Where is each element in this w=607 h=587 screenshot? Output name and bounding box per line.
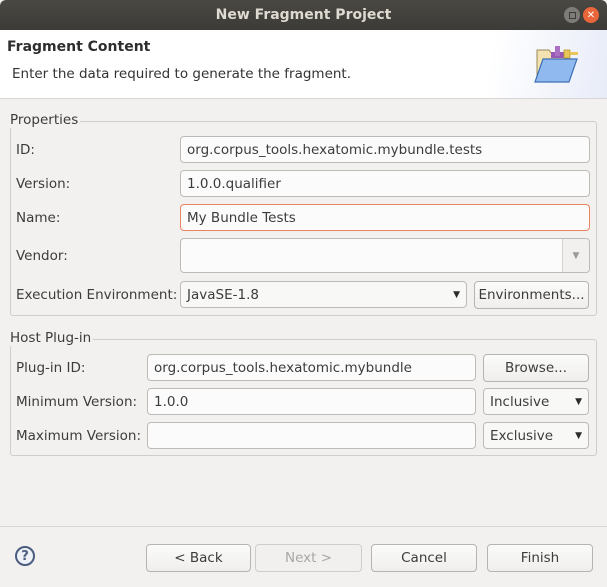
chevron-down-icon: ▼ xyxy=(575,396,582,407)
maximum-version-mode-select[interactable]: Exclusive ▼ xyxy=(483,422,589,449)
browse-button[interactable]: Browse... xyxy=(483,354,589,382)
plugin-id-input[interactable]: org.corpus_tools.hexatomic.mybundle xyxy=(147,354,476,381)
name-value: My Bundle Tests xyxy=(187,209,296,226)
maximum-version-input[interactable] xyxy=(147,422,476,449)
maximize-button[interactable] xyxy=(564,7,580,23)
minimum-version-label: Minimum Version: xyxy=(16,394,138,410)
close-icon: ✕ xyxy=(586,9,596,21)
cancel-button[interactable]: Cancel xyxy=(371,544,477,572)
page-title: Fragment Content xyxy=(7,39,151,55)
version-label: Version: xyxy=(16,176,71,192)
execution-environment-select[interactable]: JavaSE-1.8 ▼ xyxy=(180,281,467,308)
next-button[interactable]: Next > xyxy=(255,544,362,572)
window-titlebar: New Fragment Project ✕ xyxy=(0,0,607,30)
back-button[interactable]: < Back xyxy=(146,544,251,572)
environments-button[interactable]: Environments... xyxy=(474,281,589,309)
version-input[interactable]: 1.0.0.qualifier xyxy=(180,170,590,197)
vendor-label: Vendor: xyxy=(16,248,68,264)
vendor-dropdown-button[interactable]: ▼ xyxy=(562,239,589,272)
execution-environment-label: Execution Environment: xyxy=(16,287,178,303)
version-value: 1.0.0.qualifier xyxy=(187,175,281,192)
name-input[interactable]: My Bundle Tests xyxy=(180,204,590,231)
wizard-header: Fragment Content Enter the data required… xyxy=(0,30,607,99)
host-plugin-group-label: Host Plug-in xyxy=(10,330,94,346)
plugin-id-label: Plug-in ID: xyxy=(16,360,86,376)
minimum-version-value: 1.0.0 xyxy=(154,393,189,410)
finish-button[interactable]: Finish xyxy=(487,544,593,572)
maximize-icon xyxy=(568,11,576,19)
close-button[interactable]: ✕ xyxy=(583,7,599,23)
id-label: ID: xyxy=(16,142,35,158)
id-value: org.corpus_tools.hexatomic.mybundle.test… xyxy=(187,141,483,158)
chevron-down-icon: ▼ xyxy=(572,250,580,261)
folder-plugin-icon xyxy=(534,46,578,83)
page-description: Enter the data required to generate the … xyxy=(12,66,352,82)
id-input[interactable]: org.corpus_tools.hexatomic.mybundle.test… xyxy=(180,136,590,163)
vendor-combo[interactable]: ▼ xyxy=(180,238,590,273)
chevron-down-icon: ▼ xyxy=(575,430,582,441)
help-icon[interactable]: ? xyxy=(15,546,35,566)
maximum-version-label: Maximum Version: xyxy=(16,428,142,444)
maximum-version-mode-value: Exclusive xyxy=(490,427,554,444)
minimum-version-mode-select[interactable]: Inclusive ▼ xyxy=(483,388,589,415)
execution-environment-value: JavaSE-1.8 xyxy=(187,286,259,303)
plugin-id-value: org.corpus_tools.hexatomic.mybundle xyxy=(154,359,412,376)
properties-group-label: Properties xyxy=(10,112,81,128)
footer-separator xyxy=(0,526,607,527)
chevron-down-icon: ▼ xyxy=(453,289,460,300)
minimum-version-input[interactable]: 1.0.0 xyxy=(147,388,476,415)
minimum-version-mode-value: Inclusive xyxy=(490,393,550,410)
name-label: Name: xyxy=(16,210,61,226)
window-title: New Fragment Project xyxy=(215,7,392,23)
